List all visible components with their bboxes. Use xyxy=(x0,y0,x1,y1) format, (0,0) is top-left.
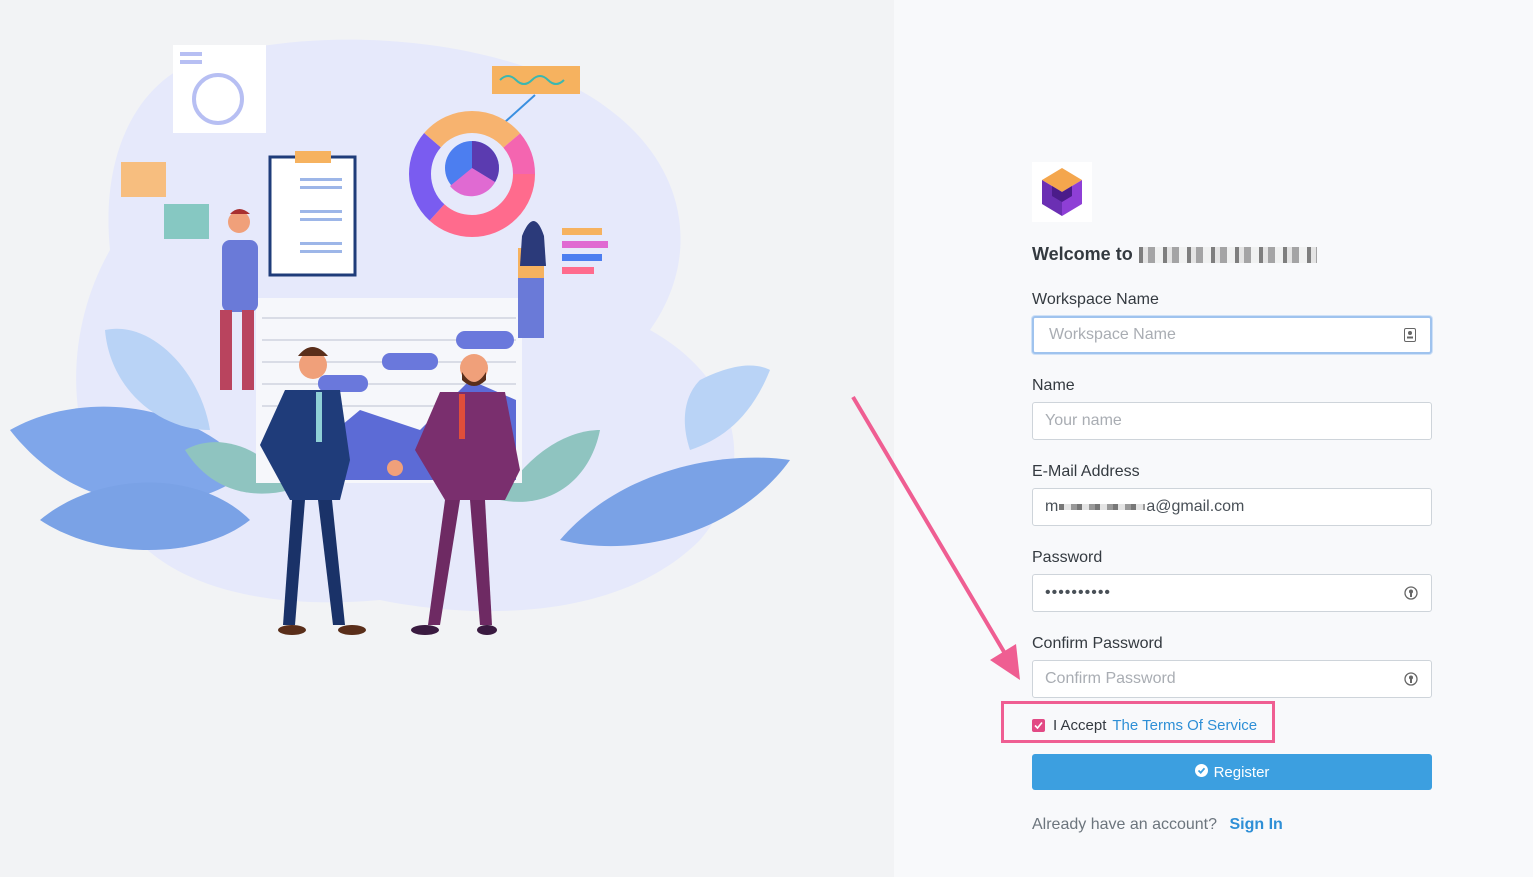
workspace-label: Workspace Name xyxy=(1032,291,1159,308)
confirm-password-input[interactable]: Confirm Password xyxy=(1032,660,1432,698)
confirm-password-placeholder: Confirm Password xyxy=(1045,670,1176,687)
confirm-password-label: Confirm Password xyxy=(1032,635,1163,652)
workspace-input[interactable]: Workspace Name xyxy=(1032,316,1432,354)
show-confirm-password-icon[interactable] xyxy=(1403,671,1419,687)
password-input[interactable]: •••••••••• xyxy=(1032,574,1432,612)
workspace-placeholder: Workspace Name xyxy=(1049,326,1176,343)
email-label: E-Mail Address xyxy=(1032,463,1140,480)
password-value: •••••••••• xyxy=(1045,584,1112,601)
app-logo xyxy=(1032,162,1092,222)
name-label: Name xyxy=(1032,377,1075,394)
email-input[interactable]: m a@gmail.com xyxy=(1032,488,1432,526)
signin-prompt: Already have an account? xyxy=(1032,816,1218,833)
id-card-icon xyxy=(1402,327,1418,343)
name-placeholder: Your name xyxy=(1045,412,1122,429)
business-illustration xyxy=(10,39,790,635)
register-button[interactable]: Register xyxy=(1032,754,1432,790)
name-input[interactable]: Your name xyxy=(1032,402,1432,440)
welcome-heading: Welcome to xyxy=(1032,244,1317,265)
signin-link[interactable]: Sign In xyxy=(1229,816,1282,833)
annotation-arrow xyxy=(851,395,1020,680)
signin-row: Already have an account? Sign In xyxy=(1032,816,1283,834)
illustration-panel xyxy=(0,0,894,877)
terms-of-service-link[interactable]: The Terms Of Service xyxy=(1112,717,1257,734)
email-value: m a@gmail.com xyxy=(1045,498,1245,515)
register-label: Register xyxy=(1213,763,1270,781)
terms-row: I Accept The Terms Of Service xyxy=(1032,717,1257,734)
check-circle-icon xyxy=(1194,763,1208,781)
password-label: Password xyxy=(1032,549,1103,566)
show-password-icon[interactable] xyxy=(1403,585,1419,601)
terms-prefix: I Accept xyxy=(1053,717,1107,734)
redacted-app-name xyxy=(1138,246,1317,263)
terms-checkbox[interactable] xyxy=(1032,719,1045,732)
welcome-text: Welcome to xyxy=(1032,244,1133,264)
